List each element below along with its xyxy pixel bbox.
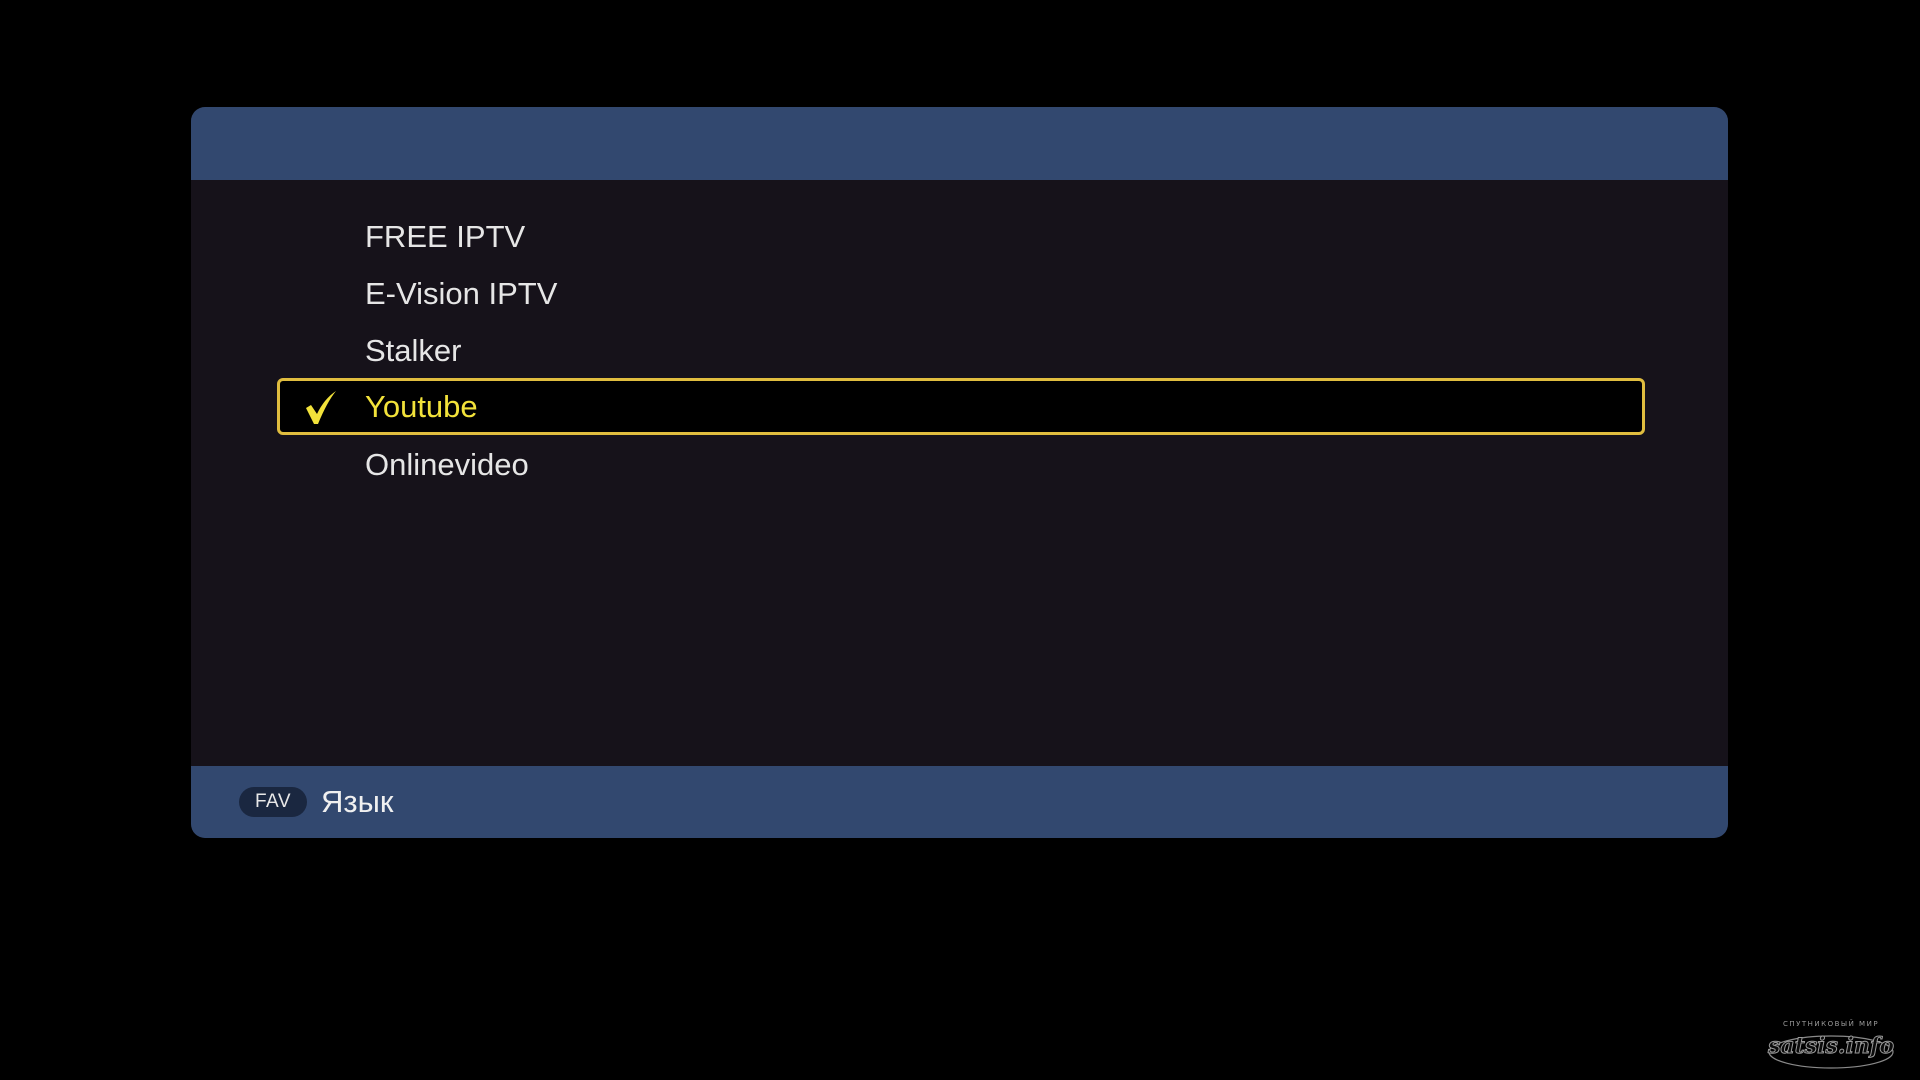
fav-key-badge[interactable]: FAV	[239, 787, 307, 817]
menu-item-stalker[interactable]: Stalker	[277, 322, 1645, 379]
dialog-header	[191, 107, 1728, 180]
menu-item-free-iptv[interactable]: FREE IPTV	[277, 208, 1645, 265]
menu-item-e-vision-iptv[interactable]: E-Vision IPTV	[277, 265, 1645, 322]
menu-item-youtube[interactable]: Youtube	[277, 378, 1645, 435]
checkmark-icon	[306, 391, 336, 424]
site-watermark: спутниковый мир satsis.info	[1766, 1020, 1896, 1070]
menu-item-label: Youtube	[365, 388, 478, 424]
service-menu-dialog: FREE IPTV E-Vision IPTV Stalker Youtube …	[191, 107, 1728, 838]
menu-item-label: E-Vision IPTV	[365, 275, 558, 311]
menu-item-label: Stalker	[365, 332, 462, 368]
tv-screen: FREE IPTV E-Vision IPTV Stalker Youtube …	[0, 0, 1920, 1080]
language-action-label: Язык	[321, 784, 394, 819]
watermark-top-text: спутниковый мир	[1782, 1020, 1880, 1028]
watermark-text: satsis.info	[1767, 1033, 1895, 1060]
menu-item-label: FREE IPTV	[365, 218, 526, 254]
dialog-footer: FAV Язык	[191, 766, 1728, 838]
menu-item-onlinevideo[interactable]: Onlinevideo	[277, 436, 1645, 493]
menu-item-label: Onlinevideo	[365, 446, 529, 482]
